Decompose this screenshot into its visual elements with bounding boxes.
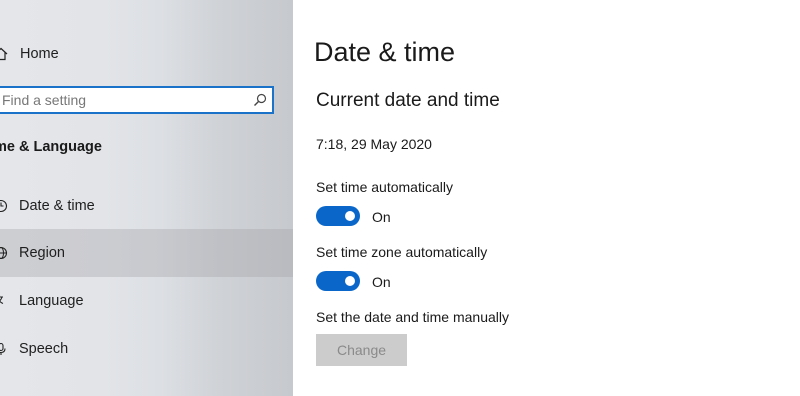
globe-icon	[0, 246, 8, 260]
sidebar-item-region[interactable]: Region	[0, 229, 293, 277]
home-icon	[0, 47, 8, 61]
sidebar: Home me & Language Date & time	[0, 0, 293, 396]
sidebar-item-label: Date & time	[19, 198, 95, 214]
sidebar-item-home[interactable]: Home	[0, 30, 293, 78]
sidebar-item-speech[interactable]: Speech	[0, 325, 293, 373]
search-icon[interactable]	[253, 93, 267, 107]
sidebar-item-label: Region	[19, 245, 65, 261]
toggle-state-label: On	[372, 274, 391, 290]
set-time-automatically-toggle[interactable]	[316, 206, 360, 226]
set-time-zone-automatically-label: Set time zone automatically	[316, 244, 488, 260]
home-label: Home	[20, 46, 59, 62]
section-heading: Current date and time	[316, 90, 500, 111]
sidebar-item-date-time[interactable]: Date & time	[0, 182, 293, 230]
toggle-state-label: On	[372, 209, 391, 225]
change-button[interactable]: Change	[316, 334, 407, 366]
page-title: Date & time	[314, 37, 456, 67]
search-input[interactable]	[2, 88, 242, 112]
search-box[interactable]	[0, 86, 274, 114]
sidebar-item-language[interactable]: Language	[0, 277, 293, 325]
set-time-automatically-label: Set time automatically	[316, 179, 453, 195]
current-datetime: 7:18, 29 May 2020	[316, 136, 432, 152]
section-title: me & Language	[0, 139, 102, 155]
toggle-knob	[345, 276, 355, 286]
clock-icon	[0, 199, 8, 213]
sidebar-item-label: Language	[19, 293, 84, 309]
microphone-icon	[0, 342, 8, 356]
toggle-knob	[345, 211, 355, 221]
set-date-time-manually-label: Set the date and time manually	[316, 309, 510, 325]
main-content: Date & time Current date and time 7:18, …	[293, 0, 800, 396]
language-icon	[0, 294, 8, 308]
set-time-zone-automatically-toggle[interactable]	[316, 271, 360, 291]
sidebar-item-label: Speech	[19, 341, 69, 357]
settings-window: Home me & Language Date & time	[0, 0, 800, 396]
